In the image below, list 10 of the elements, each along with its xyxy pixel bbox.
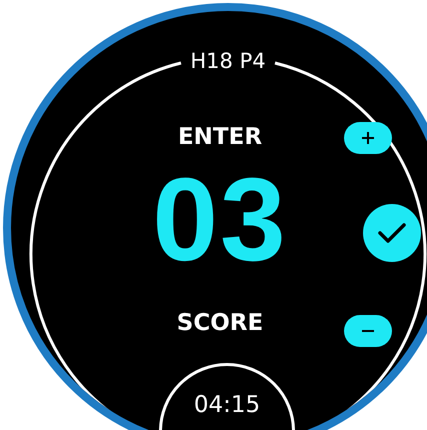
hole-title: H18 P4	[189, 49, 267, 73]
prompt-label: ENTER	[176, 124, 264, 150]
score-value: 03	[151, 161, 289, 279]
checkmark-icon	[378, 222, 406, 244]
timer-text: 04:15	[194, 392, 260, 420]
decrement-button[interactable]	[344, 315, 392, 347]
minus-icon	[361, 329, 375, 333]
plus-icon	[361, 131, 375, 145]
increment-button[interactable]	[344, 122, 392, 154]
score-label: SCORE	[176, 310, 264, 336]
